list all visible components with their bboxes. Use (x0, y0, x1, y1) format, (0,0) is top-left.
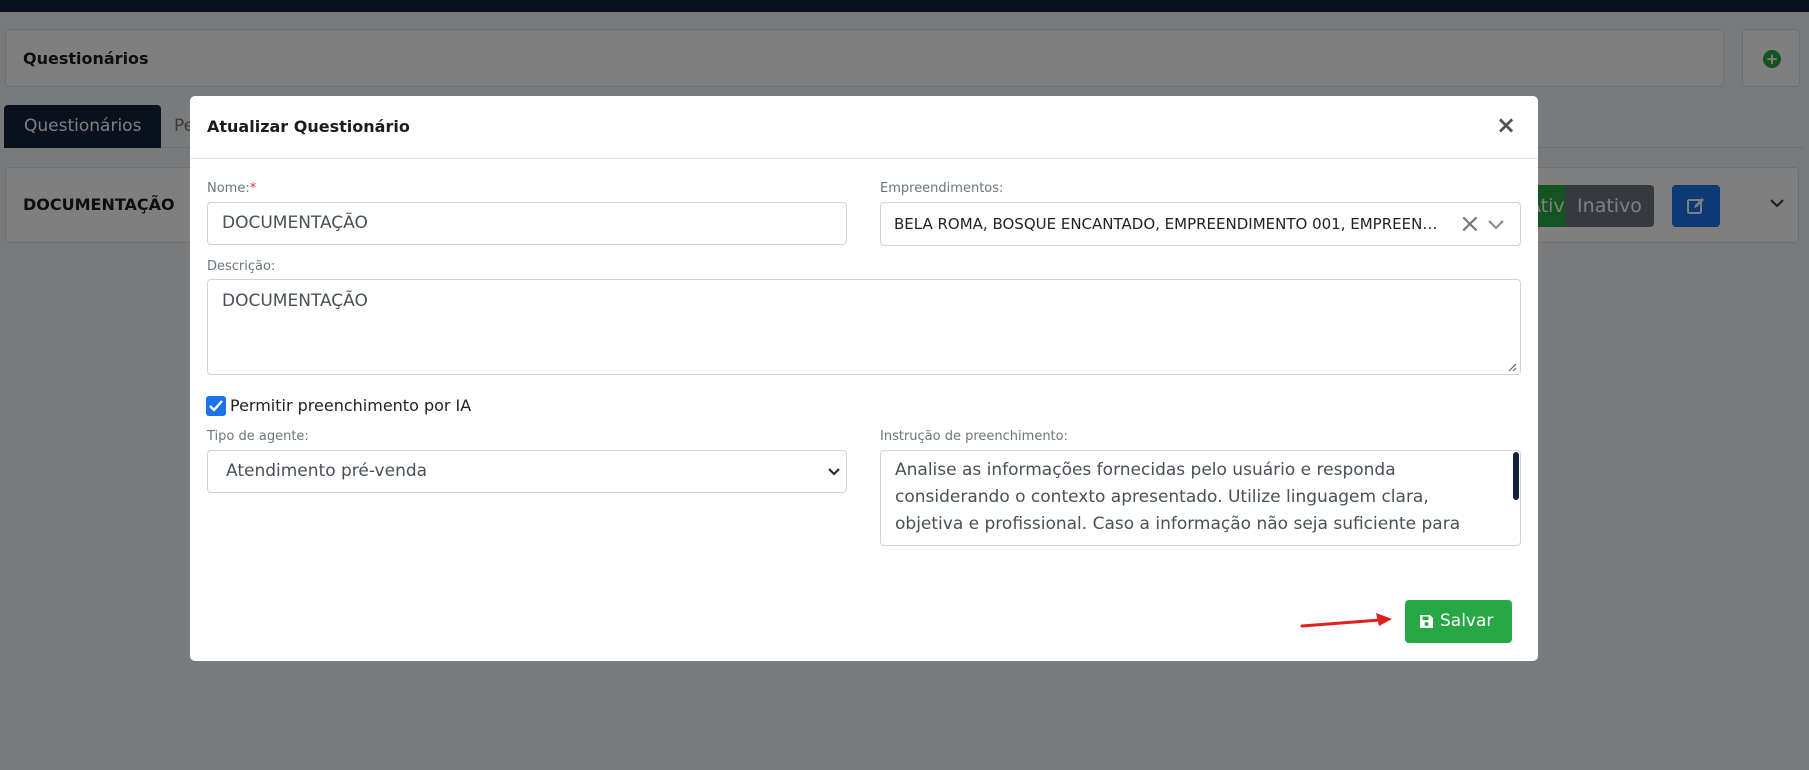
save-button[interactable]: Salvar (1405, 600, 1512, 643)
tipo-agente-select[interactable]: Atendimento pré-venda (207, 450, 847, 493)
resize-grip-icon[interactable] (1508, 363, 1517, 372)
empreendimentos-label: Empreendimentos: (880, 181, 1004, 196)
annotation-arrow-icon (1300, 613, 1392, 628)
chevron-down-icon[interactable] (1487, 215, 1505, 233)
tipo-agente-label: Tipo de agente: (207, 429, 309, 444)
required-mark: * (249, 181, 257, 196)
descricao-textarea[interactable]: DOCUMENTAÇÃO (207, 279, 1521, 375)
update-questionnaire-modal: Atualizar Questionário × Nome:* DOCUMENT… (190, 96, 1538, 661)
instrucao-textarea[interactable]: Analise as informações fornecidas pelo u… (880, 450, 1521, 546)
save-button-label: Salvar (1440, 611, 1494, 631)
descricao-label: Descrição: (207, 259, 276, 274)
checkmark-icon (209, 400, 223, 412)
instrucao-scrollbar[interactable] (1513, 452, 1519, 500)
close-icon[interactable]: × (1496, 113, 1516, 137)
instrucao-label: Instrução de preenchimento: (880, 429, 1068, 444)
chevron-down-icon[interactable] (828, 467, 840, 477)
nome-label: Nome:* (207, 181, 257, 196)
modal-title: Atualizar Questionário (207, 117, 410, 136)
clear-icon[interactable]: × (1459, 211, 1481, 237)
floppy-disk-icon (1420, 615, 1433, 628)
permitir-ia-checkbox[interactable] (206, 396, 226, 416)
nome-input[interactable]: DOCUMENTAÇÃO (207, 202, 847, 245)
empreendimentos-select[interactable]: BELA ROMA, BOSQUE ENCANTADO, EMPREENDIME… (880, 202, 1521, 246)
permitir-ia-label[interactable]: Permitir preenchimento por IA (230, 396, 471, 416)
modal-header: Atualizar Questionário × (190, 96, 1538, 159)
